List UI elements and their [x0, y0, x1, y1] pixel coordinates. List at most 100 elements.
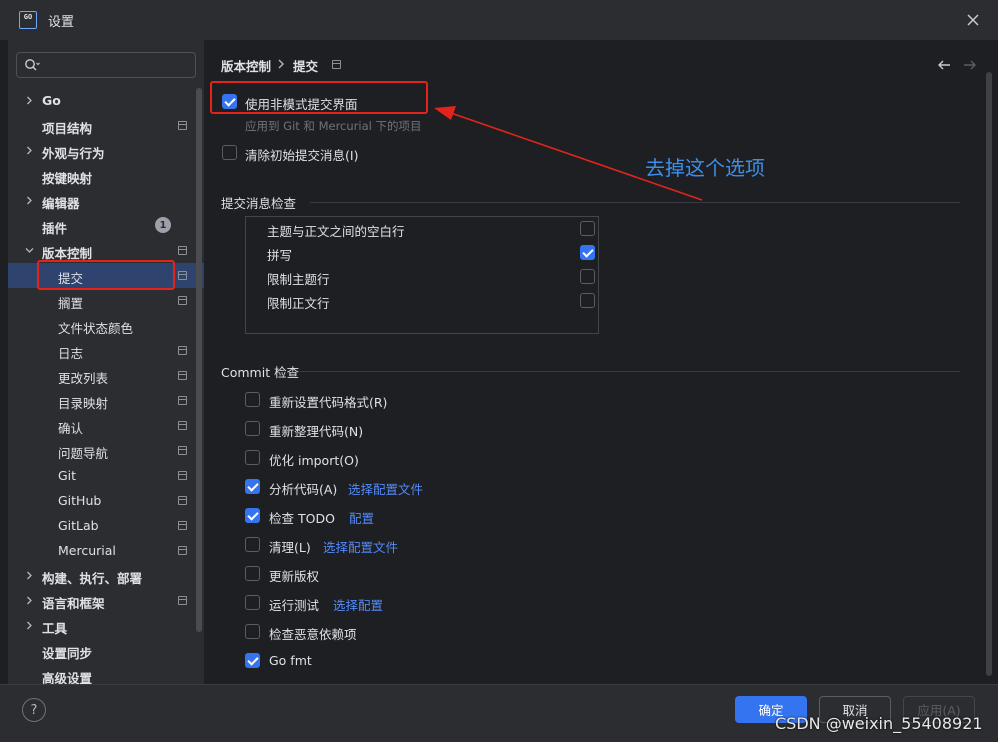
project-level-icon	[178, 246, 187, 255]
commit-check-checkbox[interactable]	[245, 595, 260, 610]
project-level-icon	[178, 271, 187, 280]
commit-check-label[interactable]: 检查 TODO	[269, 508, 335, 527]
commit-check-label[interactable]: 优化 import(O)	[269, 450, 359, 469]
forward-arrow-icon[interactable]	[962, 58, 978, 72]
sidebar-item-editor[interactable]: 编辑器	[8, 188, 204, 213]
chevron-right-icon[interactable]	[24, 195, 35, 206]
chevron-right-icon[interactable]	[24, 620, 35, 631]
commit-check-checkbox[interactable]	[245, 566, 260, 581]
project-level-icon	[332, 60, 341, 69]
sidebar-item-go[interactable]: Go	[8, 88, 204, 113]
sidebar-item-directory-mappings[interactable]: 目录映射	[8, 388, 204, 413]
non-modal-commit-hint: 应用到 Git 和 Mercurial 下的项目	[245, 119, 422, 133]
sidebar-item-appearance[interactable]: 外观与行为	[8, 138, 204, 163]
commit-check-label[interactable]: 分析代码(A)	[269, 479, 337, 498]
commit-check-label[interactable]: 重新整理代码(N)	[269, 421, 363, 440]
sidebar-item-issue-navigation[interactable]: 问题导航	[8, 438, 204, 463]
inspection-checkbox[interactable]	[580, 245, 595, 260]
section-divider	[300, 371, 960, 372]
sidebar-item-keymap[interactable]: 按键映射	[8, 163, 204, 188]
inspection-label: 限制正文行	[267, 296, 330, 311]
commit-check-label[interactable]: 重新设置代码格式(R)	[269, 392, 387, 411]
background-editor-strip	[0, 40, 8, 684]
sidebar-item-log[interactable]: 日志	[8, 338, 204, 363]
back-arrow-icon[interactable]	[936, 58, 952, 72]
project-level-icon	[178, 121, 187, 130]
sidebar-item-settings-sync[interactable]: 设置同步	[8, 638, 204, 663]
commit-check-checkbox[interactable]	[245, 508, 260, 523]
sidebar-item-label: 问题导航	[58, 446, 109, 461]
breadcrumb-parent[interactable]: 版本控制	[221, 56, 271, 75]
inspection-checkbox[interactable]	[580, 221, 595, 236]
sidebar-item-shelf[interactable]: 搁置	[8, 288, 204, 313]
project-level-icon	[178, 471, 187, 480]
message-inspection-title: 提交消息检查	[221, 196, 297, 211]
sidebar-item-git[interactable]: Git	[8, 463, 204, 488]
commit-check-checkbox[interactable]	[245, 653, 260, 668]
chevron-right-icon[interactable]	[24, 595, 35, 606]
commit-check-checkbox[interactable]	[245, 450, 260, 465]
highlight-box-commit-node	[37, 260, 175, 290]
commit-check-label[interactable]: 运行测试	[269, 595, 319, 614]
commit-check-label[interactable]: 检查恶意依赖项	[269, 624, 357, 643]
sidebar-item-label: 搁置	[58, 296, 84, 311]
commit-check-checkbox[interactable]	[245, 479, 260, 494]
sidebar-item-tools[interactable]: 工具	[8, 613, 204, 638]
project-level-icon	[178, 546, 187, 555]
clear-initial-message-checkbox[interactable]	[222, 145, 237, 160]
commit-check-checkbox[interactable]	[245, 392, 260, 407]
clear-initial-message-label[interactable]: 清除初始提交消息(I)	[245, 145, 358, 164]
chevron-right-icon[interactable]	[24, 570, 35, 581]
inspection-label: 拼写	[267, 248, 293, 263]
commit-check-label[interactable]: 更新版权	[269, 566, 319, 585]
content-scrollbar[interactable]	[986, 72, 992, 676]
commit-check-checkbox[interactable]	[245, 624, 260, 639]
commit-check-config-link[interactable]: 选择配置文件	[348, 479, 423, 498]
title-bar	[0, 0, 998, 40]
project-level-icon	[178, 371, 187, 380]
help-button[interactable]: ?	[22, 698, 46, 722]
sidebar-item-build[interactable]: 构建、执行、部署	[8, 563, 204, 588]
project-level-icon	[178, 421, 187, 430]
sidebar-item-gitlab[interactable]: GitLab	[8, 513, 204, 538]
chevron-down-icon[interactable]	[24, 245, 35, 256]
sidebar-item-label: 语言和框架	[42, 596, 105, 611]
sidebar-item-label: Go	[42, 93, 61, 108]
sidebar-item-changelists[interactable]: 更改列表	[8, 363, 204, 388]
sidebar-item-label: 插件	[42, 221, 68, 236]
sidebar-item-plugins[interactable]: 插件 1	[8, 213, 204, 238]
sidebar-item-label: 确认	[58, 421, 84, 436]
sidebar-scrollbar[interactable]	[196, 88, 202, 632]
commit-check-label[interactable]: 清理(L)	[269, 537, 311, 556]
commit-check-checkbox[interactable]	[245, 537, 260, 552]
inspection-checkbox[interactable]	[580, 293, 595, 308]
watermark: CSDN @weixin_55408921	[775, 714, 983, 733]
sidebar-item-project-structure[interactable]: 项目结构	[8, 113, 204, 138]
project-level-icon	[178, 496, 187, 505]
sidebar-item-label: 设置同步	[42, 646, 93, 661]
commit-check-label[interactable]: Go fmt	[269, 653, 312, 668]
commit-check-checkbox[interactable]	[245, 421, 260, 436]
settings-search-input[interactable]	[16, 52, 196, 78]
sidebar-item-github[interactable]: GitHub	[8, 488, 204, 513]
sidebar-item-label: Git	[58, 468, 77, 483]
commit-check-config-link[interactable]: 配置	[349, 508, 374, 527]
close-icon[interactable]	[962, 9, 984, 31]
chevron-right-icon[interactable]	[24, 145, 35, 156]
inspection-checkbox[interactable]	[580, 269, 595, 284]
sidebar-item-label: GitLab	[58, 518, 99, 533]
breadcrumb-current: 提交	[293, 59, 319, 74]
sidebar-item-label: 项目结构	[42, 121, 93, 136]
project-level-icon	[178, 296, 187, 305]
sidebar-item-label: 更改列表	[58, 371, 109, 386]
sidebar-item-languages[interactable]: 语言和框架	[8, 588, 204, 613]
chevron-right-icon[interactable]	[24, 95, 35, 106]
sidebar-item-label: Mercurial	[58, 543, 116, 558]
sidebar-item-confirmation[interactable]: 确认	[8, 413, 204, 438]
commit-check-config-link[interactable]: 选择配置文件	[323, 537, 398, 556]
sidebar-item-label: 外观与行为	[42, 146, 105, 161]
sidebar-item-mercurial[interactable]: Mercurial	[8, 538, 204, 563]
sidebar-item-label: 文件状态颜色	[58, 321, 134, 336]
sidebar-item-file-status-colors[interactable]: 文件状态颜色	[8, 313, 204, 338]
commit-check-config-link[interactable]: 选择配置	[333, 595, 383, 614]
